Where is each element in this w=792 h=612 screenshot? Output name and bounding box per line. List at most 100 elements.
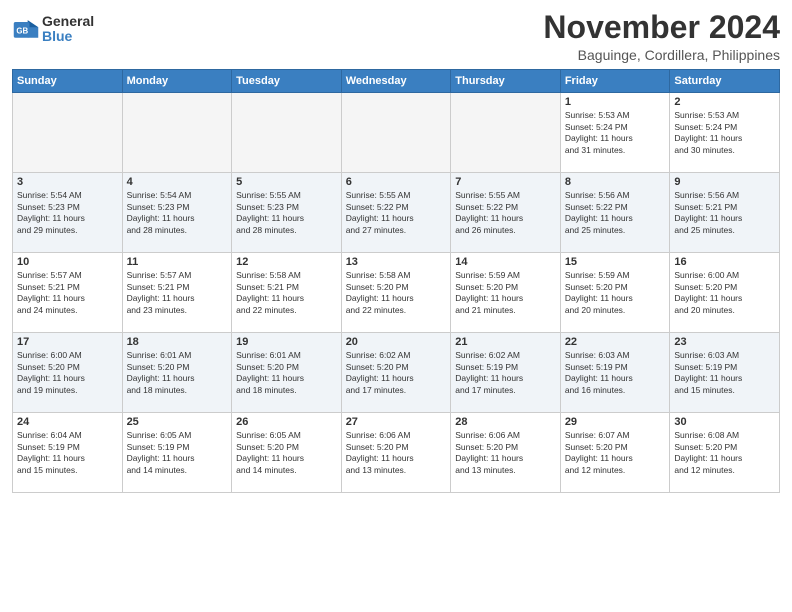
- calendar-cell: 12Sunrise: 5:58 AM Sunset: 5:21 PM Dayli…: [232, 253, 342, 333]
- logo-text: General Blue: [42, 14, 94, 45]
- weekday-header: Wednesday: [341, 70, 451, 93]
- day-info: Sunrise: 6:06 AM Sunset: 5:20 PM Dayligh…: [455, 430, 556, 476]
- day-number: 3: [17, 176, 118, 188]
- day-number: 22: [565, 336, 666, 348]
- day-number: 21: [455, 336, 556, 348]
- day-info: Sunrise: 5:56 AM Sunset: 5:21 PM Dayligh…: [674, 190, 775, 236]
- day-info: Sunrise: 5:54 AM Sunset: 5:23 PM Dayligh…: [17, 190, 118, 236]
- calendar-cell: 21 Sunrise: 6:02 AM Sunset: 5:19 PM Dayli…: [451, 333, 561, 413]
- page: GB General Blue November 2024 Baguinge, …: [0, 0, 792, 612]
- day-number: 13: [346, 256, 447, 268]
- day-info: Sunrise: 6:00 AM Sunset: 5:20 PM Dayligh…: [674, 270, 775, 316]
- calendar-week-row: 10 Sunrise: 5:57 AM Sunset: 5:21 PM Dayli…: [13, 253, 780, 333]
- calendar-cell: 7Sunrise: 5:55 AM Sunset: 5:22 PM Daylig…: [451, 173, 561, 253]
- day-number: 8: [565, 176, 666, 188]
- day-info: Sunrise: 6:03 AM Sunset: 5:19 PM Dayligh…: [674, 350, 775, 396]
- calendar-week-row: 3 Sunrise: 5:54 AM Sunset: 5:23 PM Daylig…: [13, 173, 780, 253]
- calendar-cell: 14 Sunrise: 5:59 AM Sunset: 5:20 PM Dayli…: [451, 253, 561, 333]
- day-number: 9: [674, 176, 775, 188]
- day-number: 15: [565, 256, 666, 268]
- calendar-cell: 29 Sunrise: 6:07 AM Sunset: 5:20 PM Dayli…: [560, 413, 670, 493]
- calendar-cell: 1 Sunrise: 5:53 AM Sunset: 5:24 PM Daylig…: [560, 93, 670, 173]
- day-info: Sunrise: 5:55 AM Sunset: 5:22 PM Dayligh…: [346, 190, 447, 236]
- day-info: Sunrise: 6:03 AM Sunset: 5:19 PM Dayligh…: [565, 350, 666, 396]
- day-number: 11: [127, 256, 228, 268]
- day-number: 30: [674, 416, 775, 428]
- day-number: 12: [236, 256, 337, 268]
- weekday-header: Saturday: [670, 70, 780, 93]
- day-info: Sunrise: 5:59 AM Sunset: 5:20 PM Dayligh…: [455, 270, 556, 316]
- calendar-cell: 3 Sunrise: 5:54 AM Sunset: 5:23 PM Daylig…: [13, 173, 123, 253]
- day-info: Sunrise: 5:56 AM Sunset: 5:22 PM Dayligh…: [565, 190, 666, 236]
- calendar-cell: 25 Sunrise: 6:05 AM Sunset: 5:19 PM Dayli…: [122, 413, 232, 493]
- day-info: Sunrise: 6:04 AM Sunset: 5:19 PM Dayligh…: [17, 430, 118, 476]
- calendar-cell: 9 Sunrise: 5:56 AM Sunset: 5:21 PM Daylig…: [670, 173, 780, 253]
- calendar-cell: 11 Sunrise: 5:57 AM Sunset: 5:21 PM Dayli…: [122, 253, 232, 333]
- calendar-week-row: 24 Sunrise: 6:04 AM Sunset: 5:19 PM Dayli…: [13, 413, 780, 493]
- day-info: Sunrise: 6:05 AM Sunset: 5:20 PM Dayligh…: [236, 430, 337, 476]
- day-number: 26: [236, 416, 337, 428]
- calendar-cell: 16Sunrise: 6:00 AM Sunset: 5:20 PM Dayli…: [670, 253, 780, 333]
- day-number: 4: [127, 176, 228, 188]
- day-info: Sunrise: 6:01 AM Sunset: 5:20 PM Dayligh…: [127, 350, 228, 396]
- day-number: 29: [565, 416, 666, 428]
- day-info: Sunrise: 5:53 AM Sunset: 5:24 PM Dayligh…: [565, 110, 666, 156]
- calendar-cell: [13, 93, 123, 173]
- day-number: 25: [127, 416, 228, 428]
- header: GB General Blue November 2024 Baguinge, …: [12, 10, 780, 63]
- calendar-week-row: 17 Sunrise: 6:00 AM Sunset: 5:20 PM Dayli…: [13, 333, 780, 413]
- day-number: 2: [674, 96, 775, 108]
- day-info: Sunrise: 5:59 AM Sunset: 5:20 PM Dayligh…: [565, 270, 666, 316]
- weekday-header: Monday: [122, 70, 232, 93]
- logo-blue-text: Blue: [42, 29, 94, 44]
- day-info: Sunrise: 6:07 AM Sunset: 5:20 PM Dayligh…: [565, 430, 666, 476]
- day-info: Sunrise: 6:08 AM Sunset: 5:20 PM Dayligh…: [674, 430, 775, 476]
- day-info: Sunrise: 6:01 AM Sunset: 5:20 PM Dayligh…: [236, 350, 337, 396]
- calendar-cell: 13 Sunrise: 5:58 AM Sunset: 5:20 PM Dayli…: [341, 253, 451, 333]
- calendar-cell: 23Sunrise: 6:03 AM Sunset: 5:19 PM Dayli…: [670, 333, 780, 413]
- day-info: Sunrise: 6:05 AM Sunset: 5:19 PM Dayligh…: [127, 430, 228, 476]
- day-info: Sunrise: 5:57 AM Sunset: 5:21 PM Dayligh…: [127, 270, 228, 316]
- svg-text:GB: GB: [16, 27, 28, 36]
- calendar-cell: 26 Sunrise: 6:05 AM Sunset: 5:20 PM Dayli…: [232, 413, 342, 493]
- calendar-cell: 6Sunrise: 5:55 AM Sunset: 5:22 PM Daylig…: [341, 173, 451, 253]
- day-info: Sunrise: 5:55 AM Sunset: 5:22 PM Dayligh…: [455, 190, 556, 236]
- location: Baguinge, Cordillera, Philippines: [543, 47, 780, 63]
- day-number: 10: [17, 256, 118, 268]
- day-number: 27: [346, 416, 447, 428]
- day-info: Sunrise: 6:06 AM Sunset: 5:20 PM Dayligh…: [346, 430, 447, 476]
- day-number: 17: [17, 336, 118, 348]
- logo: GB General Blue: [12, 14, 94, 45]
- calendar-cell: 30 Sunrise: 6:08 AM Sunset: 5:20 PM Dayli…: [670, 413, 780, 493]
- calendar-cell: 19 Sunrise: 6:01 AM Sunset: 5:20 PM Dayli…: [232, 333, 342, 413]
- calendar-cell: 22 Sunrise: 6:03 AM Sunset: 5:19 PM Dayli…: [560, 333, 670, 413]
- day-info: Sunrise: 5:53 AM Sunset: 5:24 PM Dayligh…: [674, 110, 775, 156]
- logo-icon: GB: [12, 15, 40, 43]
- calendar-cell: 4 Sunrise: 5:54 AM Sunset: 5:23 PM Daylig…: [122, 173, 232, 253]
- calendar-cell: 17 Sunrise: 6:00 AM Sunset: 5:20 PM Dayli…: [13, 333, 123, 413]
- calendar-table: SundayMondayTuesdayWednesdayThursdayFrid…: [12, 69, 780, 493]
- weekday-header: Tuesday: [232, 70, 342, 93]
- day-number: 19: [236, 336, 337, 348]
- day-number: 24: [17, 416, 118, 428]
- month-title: November 2024: [543, 10, 780, 45]
- day-info: Sunrise: 5:54 AM Sunset: 5:23 PM Dayligh…: [127, 190, 228, 236]
- day-number: 28: [455, 416, 556, 428]
- weekday-header: Friday: [560, 70, 670, 93]
- day-info: Sunrise: 6:00 AM Sunset: 5:20 PM Dayligh…: [17, 350, 118, 396]
- calendar-cell: [122, 93, 232, 173]
- calendar-cell: 18Sunrise: 6:01 AM Sunset: 5:20 PM Dayli…: [122, 333, 232, 413]
- calendar-cell: 2 Sunrise: 5:53 AM Sunset: 5:24 PM Daylig…: [670, 93, 780, 173]
- calendar-cell: 20Sunrise: 6:02 AM Sunset: 5:20 PM Dayli…: [341, 333, 451, 413]
- day-info: Sunrise: 5:57 AM Sunset: 5:21 PM Dayligh…: [17, 270, 118, 316]
- calendar-cell: [341, 93, 451, 173]
- calendar-cell: 24 Sunrise: 6:04 AM Sunset: 5:19 PM Dayli…: [13, 413, 123, 493]
- day-number: 1: [565, 96, 666, 108]
- day-info: Sunrise: 6:02 AM Sunset: 5:19 PM Dayligh…: [455, 350, 556, 396]
- day-info: Sunrise: 6:02 AM Sunset: 5:20 PM Dayligh…: [346, 350, 447, 396]
- title-block: November 2024 Baguinge, Cordillera, Phil…: [543, 10, 780, 63]
- calendar-cell: 28 Sunrise: 6:06 AM Sunset: 5:20 PM Dayli…: [451, 413, 561, 493]
- day-number: 14: [455, 256, 556, 268]
- day-info: Sunrise: 5:55 AM Sunset: 5:23 PM Dayligh…: [236, 190, 337, 236]
- day-info: Sunrise: 5:58 AM Sunset: 5:20 PM Dayligh…: [346, 270, 447, 316]
